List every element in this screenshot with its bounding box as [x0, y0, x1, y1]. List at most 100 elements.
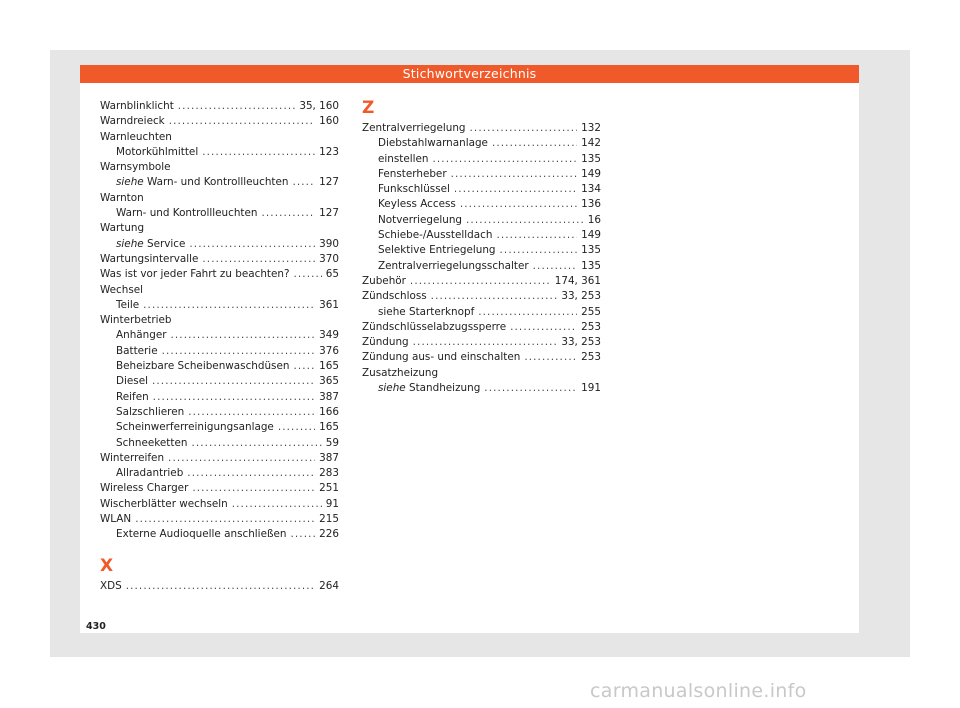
- index-term: Schiebe-/Ausstelldach: [378, 228, 492, 243]
- leader-dots: [153, 390, 315, 405]
- index-page-ref: 283: [319, 467, 339, 480]
- index-page-ref: 149: [581, 229, 601, 242]
- index-term: Wartungsintervalle: [100, 252, 198, 267]
- index-page-ref: 135: [581, 259, 601, 272]
- index-entry: Motorkühlmittel 123: [100, 145, 339, 160]
- index-entry: Wartungsintervalle 370: [100, 252, 339, 267]
- see-reference: siehe: [116, 237, 144, 250]
- index-entry: Warnleuchten: [100, 130, 339, 145]
- leader-dots: [410, 274, 551, 289]
- index-term: Selektive Entriegelung: [378, 243, 496, 258]
- index-term: Fensterheber: [378, 167, 447, 182]
- index-page-ref: 33, 253: [561, 336, 601, 349]
- index-entry: Keyless Access 136: [362, 197, 601, 212]
- index-term: Zündung aus- und einschalten: [362, 350, 520, 365]
- index-page-ref: 149: [581, 167, 601, 180]
- index-term: Winterbetrieb: [100, 313, 171, 328]
- index-entry: Fensterheber 149: [362, 167, 601, 182]
- leader-dots: [171, 328, 316, 343]
- leader-dots: [191, 436, 321, 451]
- index-page-ref: 33, 253: [561, 290, 601, 303]
- index-entry: Warnblinklicht 35, 160: [100, 99, 339, 114]
- index-entry: Diebstahlwarnanlage 142: [362, 136, 601, 151]
- leader-dots: [431, 289, 558, 304]
- leader-dots: [290, 527, 315, 542]
- index-page-ref: 174, 361: [554, 274, 601, 287]
- leader-dots: [178, 99, 296, 114]
- index-term-text: Wartung: [100, 222, 145, 235]
- index-term: Anhänger: [116, 328, 167, 343]
- index-term-text: Winterbetrieb: [100, 314, 172, 327]
- leader-dots: [292, 175, 315, 190]
- index-page-ref: 166: [319, 405, 339, 418]
- leader-dots: [454, 182, 577, 197]
- index-entry: siehe Service 390: [100, 237, 339, 252]
- index-term: Batterie: [116, 344, 158, 359]
- index-entry: Zubehör 174, 361: [362, 274, 601, 289]
- index-entry: XDS 264: [100, 579, 339, 594]
- index-list-z: Zentralverriegelung 132 Diebstahlwarnanlag…: [362, 121, 601, 396]
- index-entry: Funkschlüssel 134: [362, 182, 601, 197]
- leader-dots: [460, 197, 577, 212]
- index-term-text: Wechsel: [100, 283, 144, 296]
- leader-dots: [466, 213, 584, 228]
- see-reference: siehe: [378, 382, 406, 395]
- leader-dots: [202, 145, 315, 160]
- leader-dots: [135, 512, 315, 527]
- index-term: Zentralverriegelung: [362, 121, 466, 136]
- index-entry: Schiebe-/Ausstelldach 149: [362, 228, 601, 243]
- index-entry: Externe Audioquelle anschließen 226: [100, 527, 339, 542]
- watermark: carmanualsonline.info: [590, 680, 807, 702]
- leader-dots: [232, 497, 322, 512]
- index-term: Zündung: [362, 335, 409, 350]
- leader-dots: [510, 320, 577, 335]
- index-entry: Diesel 365: [100, 374, 339, 389]
- leader-dots: [484, 381, 577, 396]
- index-entry: Salzschlieren 166: [100, 405, 339, 420]
- index-term: Winterreifen: [100, 451, 164, 466]
- index-page-ref: 135: [581, 244, 601, 257]
- index-term: Diesel: [116, 374, 148, 389]
- leader-dots: [188, 405, 315, 420]
- index-term: Allradantrieb: [116, 466, 183, 481]
- leader-dots: [451, 167, 578, 182]
- index-term-text: Zentralverriegelungsschalter: [378, 259, 529, 272]
- index-page-ref: 251: [319, 482, 339, 495]
- index-term: Wischerblätter wechseln: [100, 497, 228, 512]
- index-term-text: Schneeketten: [116, 436, 188, 449]
- index-term-text: Wischerblätter wechseln: [100, 497, 228, 510]
- index-entry: Teile 361: [100, 298, 339, 313]
- leader-dots: [168, 451, 315, 466]
- index-term: Zubehör: [362, 274, 406, 289]
- index-entry: WLAN 215: [100, 512, 339, 527]
- index-page-ref: 387: [319, 390, 339, 403]
- index-term-text: Warn- und Kontrollleuchten: [146, 176, 289, 189]
- index-term: Notverriegelung: [378, 213, 462, 228]
- leader-dots: [524, 350, 577, 365]
- index-page-ref: 59: [325, 436, 339, 449]
- index-entry: Warndreieck 160: [100, 114, 339, 129]
- index-term: Salzschlieren: [116, 405, 184, 420]
- index-term-text: Warndreieck: [100, 115, 165, 128]
- index-term: Wartung: [100, 221, 144, 236]
- index-page-ref: 165: [319, 360, 339, 373]
- index-term-text: Zündschloss: [362, 290, 427, 303]
- index-entry: Winterreifen 387: [100, 451, 339, 466]
- index-entry: Zündschloss 33, 253: [362, 289, 601, 304]
- index-term-text: Wartungsintervalle: [100, 252, 199, 265]
- index-entry: Zentralverriegelung 132: [362, 121, 601, 136]
- index-entry: Reifen 387: [100, 390, 339, 405]
- index-term: Zündschloss: [362, 289, 427, 304]
- index-page-ref: 215: [319, 513, 339, 526]
- index-term-text: Allradantrieb: [116, 467, 184, 480]
- index-term-text: Scheinwerferreinigungsanlage: [116, 421, 274, 434]
- page-number: 430: [86, 621, 106, 632]
- index-page-ref: 390: [319, 237, 339, 250]
- index-entry: Batterie 376: [100, 344, 339, 359]
- index-term-text: Externe Audioquelle anschließen: [116, 528, 287, 541]
- index-term-text: Warnleuchten: [100, 130, 172, 143]
- leader-dots: [533, 259, 578, 274]
- index-page-ref: 134: [581, 183, 601, 196]
- index-entry: Wartung: [100, 221, 339, 236]
- index-term-text: siehe Starterknopf: [378, 305, 475, 318]
